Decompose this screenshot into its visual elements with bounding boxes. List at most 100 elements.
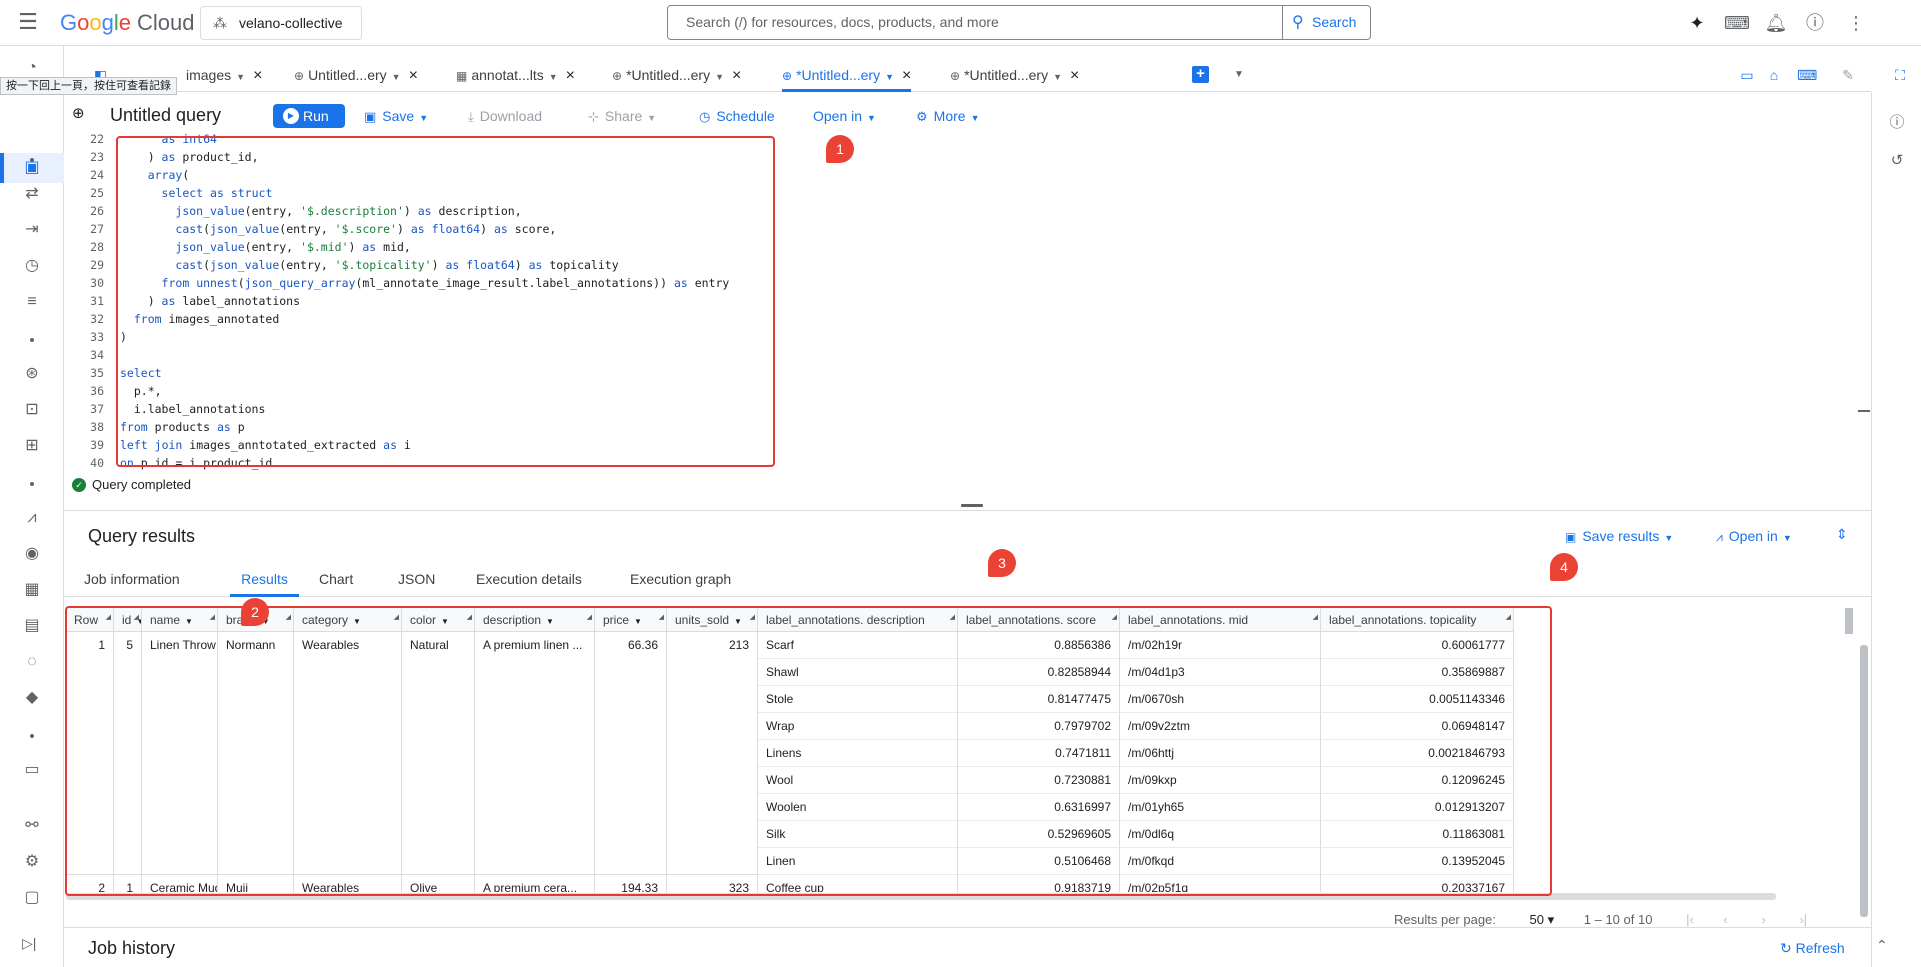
lock-icon[interactable]: ⊡ xyxy=(18,396,46,424)
tab-execution-graph[interactable]: Execution graph xyxy=(630,562,731,597)
search-input[interactable]: Search (/) for resources, docs, products… xyxy=(667,5,1283,40)
close-icon[interactable]: × xyxy=(902,67,911,84)
graph-icon[interactable]: ⚯ xyxy=(18,812,46,840)
schedule-icon[interactable]: ◷ xyxy=(18,252,46,280)
fullscreen-icon[interactable]: ⛶ xyxy=(1890,65,1910,85)
transfer-icon[interactable]: ⇄ xyxy=(18,180,46,208)
chevron-down-icon[interactable]: ▼ xyxy=(185,617,193,626)
pipeline-icon[interactable]: ⇥ xyxy=(18,216,46,244)
prev-page-icon[interactable]: ‹ xyxy=(1723,912,1727,927)
next-page-icon[interactable]: › xyxy=(1761,912,1765,927)
search-button[interactable]: ⚲ Search xyxy=(1282,5,1371,40)
close-icon[interactable]: × xyxy=(253,67,262,84)
resize-icon[interactable]: ◢ xyxy=(659,608,664,630)
help-icon[interactable]: ⓘ xyxy=(1803,12,1827,36)
editor-scrollbar[interactable] xyxy=(1858,410,1870,412)
resize-icon[interactable]: ◢ xyxy=(1112,608,1117,630)
grid-icon[interactable]: ▦ xyxy=(18,576,46,604)
project-picker[interactable]: ⁂ velano-collective xyxy=(200,6,362,40)
results-open-in-button[interactable]: ⩘ Open in ▼ xyxy=(1716,526,1792,546)
grid-vertical-scrollbar[interactable] xyxy=(1860,645,1868,917)
tab-execution-details[interactable]: Execution details xyxy=(476,562,582,597)
close-icon[interactable]: × xyxy=(566,67,575,84)
chat-icon[interactable]: ◌ xyxy=(18,648,46,676)
diamond-icon[interactable]: ◆ xyxy=(18,684,46,712)
chevron-down-icon[interactable]: ▼ xyxy=(549,72,558,82)
table-icon[interactable]: ▤ xyxy=(18,612,46,640)
analytics-hub-icon[interactable]: ⊛ xyxy=(18,360,46,388)
resize-icon[interactable]: ◢ xyxy=(750,608,755,630)
column-header-ann-topicality[interactable]: label_annotations. topicality ◢ xyxy=(1321,608,1514,632)
scan-icon[interactable]: ⊞ xyxy=(18,432,46,460)
chevron-down-icon[interactable]: ▼ xyxy=(885,72,894,82)
settings-icon[interactable]: ⚙ xyxy=(18,848,46,876)
column-header-ann-description[interactable]: label_annotations. description ◢ xyxy=(758,608,958,632)
gemini-icon[interactable]: ✦ xyxy=(1685,12,1709,36)
chevron-down-icon[interactable]: ▼ xyxy=(1053,72,1062,82)
tab-untitled-query-active[interactable]: ⊕ *Untitled...ery ▼ × xyxy=(782,58,912,92)
column-header-row[interactable]: Row ◢ xyxy=(66,608,114,632)
expand-nav-icon[interactable]: ▷| xyxy=(22,935,36,952)
tab-job-information[interactable]: Job information xyxy=(84,562,180,597)
home-icon[interactable]: ⌂ xyxy=(1764,65,1784,85)
chevron-down-icon[interactable]: ▼ xyxy=(715,72,724,82)
resize-handle[interactable] xyxy=(961,504,983,507)
tab-images[interactable]: images ▼ × xyxy=(186,58,262,92)
column-header-ann-mid[interactable]: label_annotations. mid ◢ xyxy=(1120,608,1321,632)
tab-annotations-results[interactable]: ▦ annotat...lts ▼ × xyxy=(456,58,575,92)
more-button[interactable]: ⚙ More ▼ xyxy=(916,104,979,128)
download-button[interactable]: ⤓ Download xyxy=(468,104,542,128)
tab-untitled-query-4[interactable]: ⊕ *Untitled...ery ▼ × xyxy=(950,58,1079,92)
resize-icon[interactable]: ◢ xyxy=(394,608,399,630)
tab-chart[interactable]: Chart xyxy=(319,562,353,597)
chevron-down-icon[interactable]: ▼ xyxy=(734,617,742,626)
resize-icon[interactable]: ◢ xyxy=(210,608,215,630)
tab-overflow-icon[interactable]: ▼ xyxy=(1234,58,1244,92)
schedule-button[interactable]: ◷ Schedule xyxy=(699,104,775,128)
resize-icon[interactable]: ◢ xyxy=(1313,608,1318,630)
tab-untitled-query-1[interactable]: ⊕ Untitled...ery ▼ × xyxy=(294,58,418,92)
chevron-up-icon[interactable]: ⌃ xyxy=(1876,937,1888,954)
column-header-color[interactable]: color ▼ ◢ xyxy=(402,608,475,632)
chevron-down-icon[interactable]: ▼ xyxy=(546,617,554,626)
notifications-icon[interactable]: 🔔︎ xyxy=(1764,12,1788,36)
refresh-button[interactable]: ↻ Refresh xyxy=(1780,938,1845,958)
keyboard-icon[interactable]: ⌨ xyxy=(1797,65,1817,85)
main-menu-icon[interactable]: ☰ xyxy=(14,11,42,34)
history-icon[interactable]: ↺ xyxy=(1886,150,1908,172)
close-icon[interactable]: × xyxy=(409,67,418,84)
google-cloud-logo[interactable]: Google Cloud xyxy=(60,10,195,36)
column-header-price[interactable]: price ▼ ◢ xyxy=(595,608,667,632)
column-header-name[interactable]: name ▼ ◢ xyxy=(142,608,218,632)
resize-icon[interactable]: ◢ xyxy=(587,608,592,630)
grid-scroll-top[interactable] xyxy=(1845,608,1853,634)
chevron-down-icon[interactable]: ▼ xyxy=(236,72,245,82)
notes-icon[interactable]: ▢ xyxy=(18,884,46,912)
chevron-down-icon[interactable]: ▼ xyxy=(392,72,401,82)
resize-icon[interactable]: ◢ xyxy=(134,608,139,630)
magic-wand-icon[interactable]: ✎ xyxy=(1838,65,1858,85)
column-header-ann-score[interactable]: label_annotations. score ◢ xyxy=(958,608,1120,632)
explore-icon[interactable]: ◉ xyxy=(18,540,46,568)
tab-results[interactable]: Results xyxy=(230,562,299,597)
resize-icon[interactable]: ◢ xyxy=(286,608,291,630)
save-results-button[interactable]: ▣ Save results ▼ xyxy=(1565,526,1673,546)
open-in-button[interactable]: Open in ▼ xyxy=(813,104,876,128)
more-vert-icon[interactable]: ⋮ xyxy=(1844,12,1868,36)
chevron-down-icon[interactable]: ▼ xyxy=(353,617,361,626)
cloud-shell-icon[interactable]: ⌨ xyxy=(1724,12,1750,36)
add-tab-button[interactable]: + xyxy=(1192,66,1209,83)
tab-json[interactable]: JSON xyxy=(398,562,435,597)
rows-per-page-select[interactable]: 50 ▾ xyxy=(1530,912,1555,927)
resize-icon[interactable]: ◢ xyxy=(467,608,472,630)
monitoring-icon[interactable]: ⩘ xyxy=(18,504,46,532)
info-icon[interactable]: ⓘ xyxy=(1886,112,1908,134)
run-button[interactable]: ▶ Run xyxy=(273,104,345,128)
chevron-down-icon[interactable]: ▼ xyxy=(634,617,642,626)
grid-horizontal-scrollbar[interactable] xyxy=(66,893,1776,900)
column-header-id[interactable]: id▼◢ xyxy=(114,608,142,632)
resize-icon[interactable]: ◢ xyxy=(1506,608,1511,630)
tab-untitled-query-2[interactable]: ⊕ *Untitled...ery ▼ × xyxy=(612,58,741,92)
list-icon[interactable]: ≡ xyxy=(18,288,46,316)
release-notes-icon[interactable]: ▭ xyxy=(18,756,46,784)
